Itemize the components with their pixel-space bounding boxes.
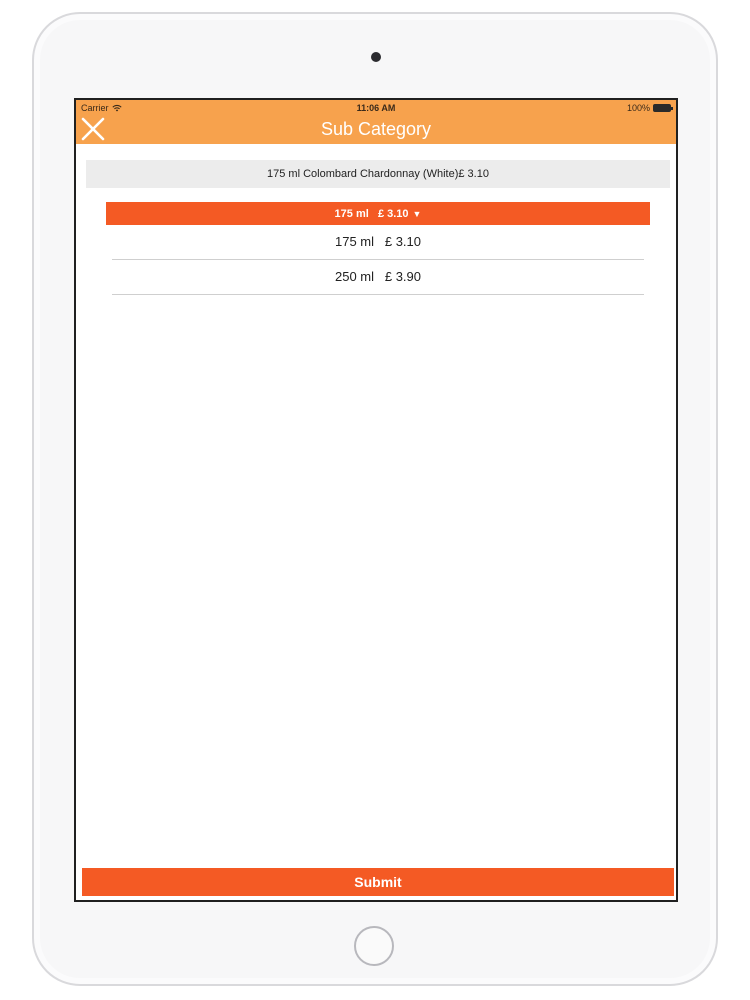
submit-button[interactable]: Submit <box>82 868 674 896</box>
size-price-dropdown[interactable]: 175 ml £ 3.10 ▼ <box>106 202 650 225</box>
item-description: 175 ml Colombard Chardonnay (White)£ 3.1… <box>86 160 670 188</box>
status-time: 11:06 AM <box>356 103 396 113</box>
battery-status: 100% <box>626 103 673 113</box>
app-screen: Carrier 11:06 AM 100% Sub Category 175 m… <box>74 98 678 902</box>
status-bar: Carrier 11:06 AM 100% <box>76 103 676 117</box>
nav-bar: Carrier 11:06 AM 100% Sub Category <box>76 100 676 144</box>
dropdown-options-list: 175 ml £ 3.10 250 ml £ 3.90 <box>112 225 644 295</box>
battery-icon <box>653 104 673 112</box>
battery-percent: 100% <box>626 103 650 113</box>
chevron-down-icon: ▼ <box>412 208 422 219</box>
tablet-frame: Carrier 11:06 AM 100% Sub Category 175 m… <box>32 12 718 986</box>
dropdown-option[interactable]: 250 ml £ 3.90 <box>112 260 644 295</box>
camera <box>371 52 381 62</box>
home-button[interactable] <box>354 926 394 966</box>
dropdown-selected-value: 175 ml £ 3.10 <box>334 207 409 220</box>
page-title: Sub Category <box>320 119 432 139</box>
dropdown-option[interactable]: 175 ml £ 3.10 <box>112 225 644 260</box>
